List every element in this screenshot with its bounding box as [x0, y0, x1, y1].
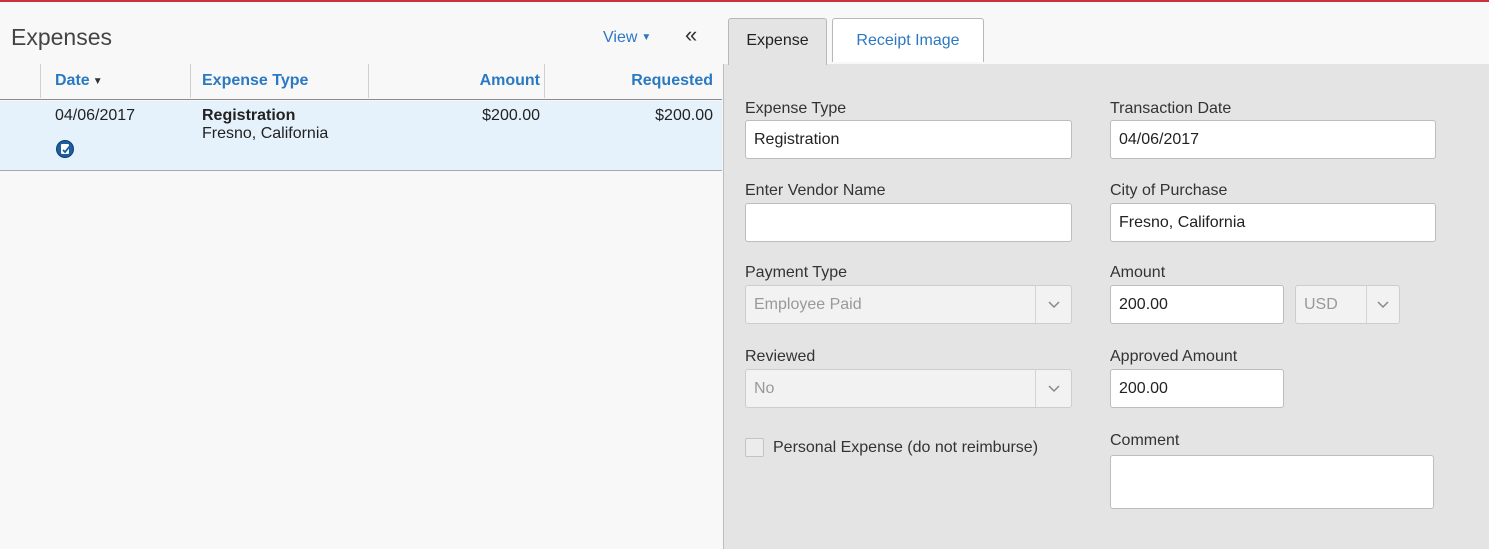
comment-label: Comment [1110, 432, 1180, 449]
caret-down-icon: ▼ [641, 32, 652, 43]
vendor-name-label: Enter Vendor Name [745, 182, 886, 199]
expense-form: Expense Type Enter Vendor Name Payment T… [723, 64, 1489, 549]
collapse-panel-button[interactable]: « [685, 24, 697, 46]
column-header-date[interactable]: Date ▼ [55, 64, 103, 98]
tab-expense[interactable]: Expense [728, 18, 827, 65]
amount-label: Amount [1110, 264, 1166, 281]
personal-expense-label: Personal Expense (do not reimburse) [773, 439, 1039, 456]
payment-type-select[interactable]: Employee Paid [745, 285, 1072, 324]
row-location: Fresno, California [202, 125, 329, 142]
row-date: 04/06/2017 [55, 107, 136, 124]
currency-select[interactable]: USD [1295, 285, 1400, 324]
row-expense-type-name: Registration [202, 107, 296, 124]
expense-type-input[interactable] [745, 120, 1072, 159]
row-requested: $200.00 [655, 107, 713, 124]
column-separator [368, 64, 369, 98]
table-row[interactable]: 04/06/2017 Registration Fresno, Californ… [0, 101, 722, 171]
receipt-check-icon [61, 144, 71, 154]
expense-type-label: Expense Type [745, 100, 847, 117]
column-header-expense-type[interactable]: Expense Type [202, 64, 308, 98]
personal-expense-checkbox[interactable] [745, 438, 764, 457]
column-separator [40, 64, 41, 98]
transaction-date-label: Transaction Date [1110, 100, 1232, 117]
view-menu-label: View [603, 29, 638, 46]
tab-receipt-image[interactable]: Receipt Image [832, 18, 984, 62]
city-of-purchase-label: City of Purchase [1110, 182, 1228, 199]
city-of-purchase-input[interactable] [1110, 203, 1436, 242]
reviewed-select[interactable]: No [745, 369, 1072, 408]
chevron-down-icon [1035, 370, 1071, 407]
approved-amount-label: Approved Amount [1110, 348, 1238, 365]
transaction-date-input[interactable] [1110, 120, 1436, 159]
table-header: Date ▼ Expense Type Amount Requested [0, 64, 722, 100]
column-header-requested[interactable]: Requested [545, 64, 713, 98]
column-separator [190, 64, 191, 98]
row-amount: $200.00 [482, 107, 540, 124]
amount-input[interactable] [1110, 285, 1284, 324]
column-header-amount[interactable]: Amount [464, 64, 540, 98]
expense-detail-panel: Expense Type Enter Vendor Name Payment T… [723, 2, 1489, 549]
reviewed-label: Reviewed [745, 348, 816, 365]
vendor-name-input[interactable] [745, 203, 1072, 242]
sort-desc-icon: ▼ [92, 76, 103, 87]
row-expense-type: Registration Fresno, California [202, 107, 328, 143]
chevron-down-icon [1366, 286, 1399, 323]
column-header-date-label: Date [55, 72, 90, 89]
approved-amount-input[interactable] [1110, 369, 1284, 408]
reviewed-value: No [754, 380, 775, 397]
payment-type-label: Payment Type [745, 264, 847, 281]
comment-textarea[interactable] [1110, 455, 1434, 509]
currency-value: USD [1304, 296, 1338, 313]
receipt-attached-icon[interactable] [56, 140, 74, 158]
view-menu-button[interactable]: View ▼ [603, 29, 651, 47]
payment-type-value: Employee Paid [754, 296, 862, 313]
panel-title: Expenses [11, 24, 113, 50]
chevron-down-icon [1035, 286, 1071, 323]
expenses-list-panel: Expenses View ▼ « Date ▼ Expense Type Amou… [0, 2, 722, 549]
